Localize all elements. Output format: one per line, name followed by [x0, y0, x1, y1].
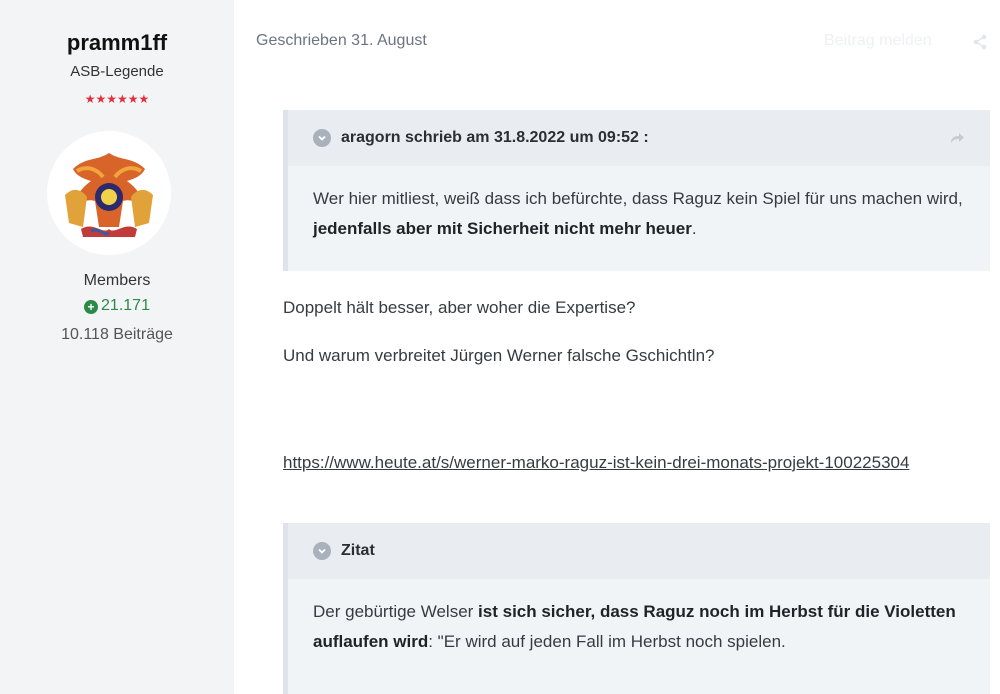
chevron-down-icon[interactable]	[313, 129, 331, 147]
post-count: 10.118 Beiträge	[61, 326, 173, 343]
crest-avatar-icon	[47, 131, 171, 255]
report-post-link[interactable]: Beitrag melden	[824, 32, 932, 50]
quote-text-end: .	[691, 219, 697, 238]
quote-text: Wer hier mitliest, weiß dass ich befürch…	[288, 166, 990, 244]
quote-text: Der gebürtige Welser ist sich sicher, da…	[288, 579, 990, 657]
quote-author-line: aragorn schrieb am 31.8.2022 um 09:52 :	[341, 129, 649, 146]
author-group: Members	[83, 272, 151, 289]
chevron-down-icon[interactable]	[313, 542, 331, 560]
article-link[interactable]: https://www.heute.at/s/werner-marko-ragu…	[283, 448, 923, 478]
reputation-value: 21.171	[101, 297, 150, 314]
avatar[interactable]	[47, 131, 171, 255]
author-title: ASB-Legende	[70, 63, 164, 80]
rank-stars: ★★★★★★	[84, 92, 150, 106]
quote-header[interactable]: Zitat	[288, 523, 990, 579]
author-sidebar: pramm1ff ASB-Legende ★★★★★★ Members +21.…	[0, 0, 234, 694]
quote-block-aragorn: aragorn schrieb am 31.8.2022 um 09:52 : …	[283, 110, 990, 271]
quote-text-plain: Der gebürtige Welser	[313, 602, 479, 621]
quote-header[interactable]: aragorn schrieb am 31.8.2022 um 09:52 :	[288, 110, 990, 166]
quote-text-bold: jedenfalls aber mit Sicherheit nicht meh…	[313, 219, 692, 238]
quote-title: Zitat	[341, 542, 375, 559]
quote-text-plain: Wer hier mitliest, weiß dass ich befürch…	[313, 189, 963, 208]
share-icon[interactable]	[972, 34, 988, 50]
quote-text-end: : "Er wird auf jeden Fall im Herbst noch…	[428, 632, 786, 651]
author-name[interactable]: pramm1ff	[0, 30, 234, 56]
post-paragraph: Doppelt hält besser, aber woher die Expe…	[283, 298, 636, 317]
plus-circle-icon: +	[84, 300, 99, 314]
post-date[interactable]: Geschrieben 31. August	[256, 32, 427, 50]
quote-block-zitat: Zitat Der gebürtige Welser ist sich sich…	[283, 523, 990, 694]
reputation: +21.171	[0, 297, 234, 315]
post-paragraph: Und warum verbreitet Jürgen Werner falsc…	[283, 346, 715, 365]
quote-share-arrow-icon[interactable]	[948, 129, 966, 147]
